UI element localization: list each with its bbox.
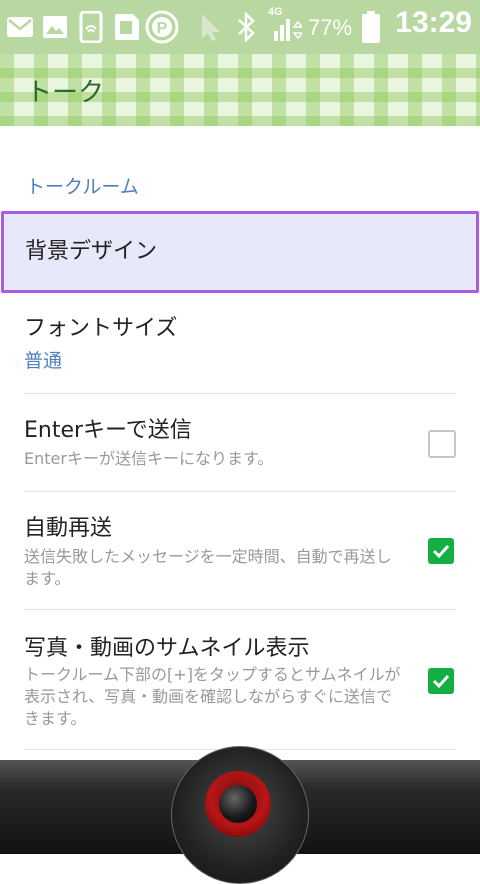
p-icon: P: [144, 0, 180, 54]
setting-description: Enterキーが送信キーになります。: [24, 449, 274, 468]
page-title: トーク: [26, 78, 105, 108]
setting-title: 自動再送: [24, 516, 113, 541]
setting-background-design[interactable]: 背景デザイン: [1, 211, 479, 293]
setting-value: 普通: [24, 350, 63, 372]
section-header: トークルーム: [26, 176, 139, 198]
setting-title: フォントサイズ: [24, 316, 178, 341]
signal-icon: [270, 0, 304, 54]
bluetooth-icon: [232, 0, 260, 54]
battery-percent: 77%: [308, 15, 353, 40]
svg-text:P: P: [157, 20, 168, 37]
checkmark-icon: [432, 674, 450, 689]
cursor-icon: [196, 0, 226, 54]
battery-icon: [358, 0, 384, 54]
setting-font-size[interactable]: フォントサイズ 普通: [0, 290, 480, 394]
clock: 13:29: [395, 6, 472, 39]
setting-title: 背景デザイン: [25, 239, 158, 264]
setting-auto-resend[interactable]: 自動再送 送信失敗したメッセージを一定時間、自動で再送します。: [0, 492, 480, 610]
auto-resend-checkbox[interactable]: [428, 538, 454, 564]
mail-icon: [4, 0, 36, 54]
setting-enter-to-send[interactable]: Enterキーで送信 Enterキーが送信キーになります。: [0, 394, 480, 492]
media-thumbnail-checkbox[interactable]: [428, 668, 454, 694]
home-button-icon: [219, 785, 257, 823]
nfc-icon: [76, 0, 106, 54]
checkmark-icon: [432, 544, 450, 559]
setting-description: トークルーム下部の[+]をタップするとサムネイルが表示され、写真・動画を確認しな…: [24, 665, 401, 728]
status-bar: P 4G 77% 13:29: [0, 0, 480, 54]
setting-title: Enterキーで送信: [24, 418, 192, 443]
setting-media-thumbnail[interactable]: 写真・動画のサムネイル表示 トークルーム下部の[+]をタップするとサムネイルが表…: [0, 610, 480, 750]
setting-description: 送信失敗したメッセージを一定時間、自動で再送します。: [24, 547, 392, 588]
sd-icon: [110, 0, 142, 54]
image-icon: [40, 0, 70, 54]
app-header: トーク: [0, 54, 480, 126]
setting-title: 写真・動画のサムネイル表示: [24, 636, 310, 661]
enter-to-send-checkbox[interactable]: [428, 430, 456, 458]
